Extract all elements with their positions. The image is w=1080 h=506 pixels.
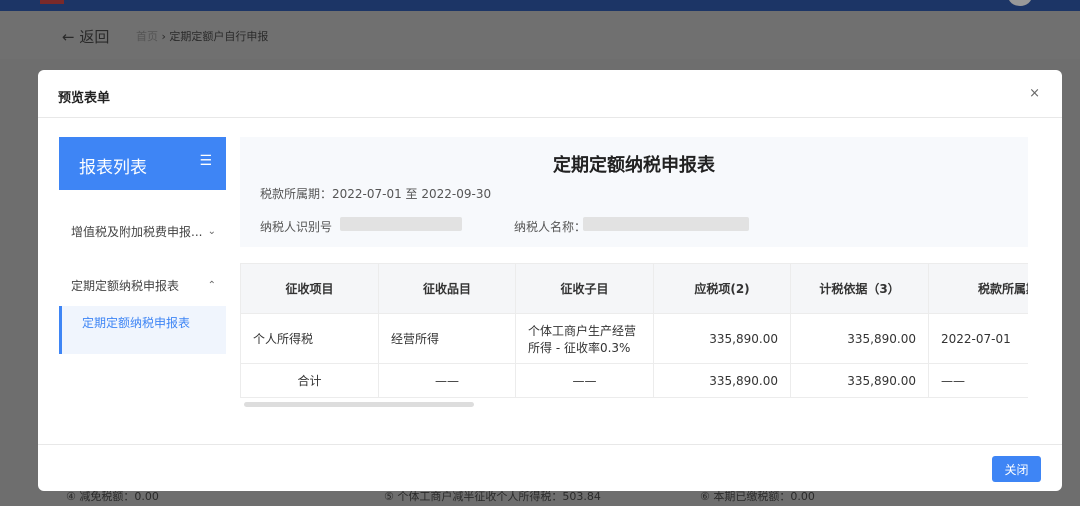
cell: 335,890.00 <box>790 363 929 398</box>
cell: 个体工商户生产经营所得 - 征收率0.3% <box>515 313 654 364</box>
cell: 335,890.00 <box>790 313 929 364</box>
column-header: 征收项目 <box>240 263 379 314</box>
taxpayer-name-label: 纳税人名称： <box>514 220 587 234</box>
column-header: 征收品目 <box>378 263 516 314</box>
report-title: 定期定额纳税申报表 <box>553 155 715 176</box>
cell: 合计 <box>240 363 379 398</box>
cell: 335,890.00 <box>653 363 791 398</box>
modal-footer: 关闭 <box>38 444 1062 491</box>
report-info: 定期定额纳税申报表 税款所属期：2022-07-01 至 2022-09-30 … <box>240 137 1028 247</box>
column-header: 应税项(2) <box>653 263 791 314</box>
menu-icon[interactable]: ☰ <box>199 153 212 169</box>
close-icon[interactable]: × <box>1029 86 1040 101</box>
chevron-down-icon: ⌄ <box>207 226 216 237</box>
breadcrumb: 首页 › 定期定额户自行申报 <box>136 28 268 44</box>
chevron-up-icon: ⌃ <box>207 280 216 291</box>
sidebar-title: 报表列表 <box>79 158 147 178</box>
avatar[interactable] <box>1008 0 1032 6</box>
close-button[interactable]: 关闭 <box>992 456 1041 482</box>
breadcrumb-current: 定期定额户自行申报 <box>169 30 269 43</box>
sidebar-item-fixed-report[interactable]: 定期定额纳税申报表 <box>59 306 226 354</box>
cell: 2022-07-01 <box>928 313 1028 364</box>
cell: 个人所得税 <box>240 313 379 364</box>
report-table: 征收项目 征收品目 征收子目 应税项(2) 计税依据（3） 税款所属期起 个人所… <box>240 263 1028 398</box>
top-bar <box>0 0 1080 11</box>
column-header: 税款所属期起 <box>928 263 1028 314</box>
sidebar-header: 报表列表 ☰ <box>59 137 226 190</box>
breadcrumb-separator: › <box>161 30 166 43</box>
table-row: 个人所得税 经营所得 个体工商户生产经营所得 - 征收率0.3% 335,890… <box>240 313 1028 364</box>
table-header: 征收项目 征收品目 征收子目 应税项(2) 计税依据（3） 税款所属期起 <box>240 263 1028 314</box>
sidebar-group-vat[interactable]: 增值税及附加税费申报... ⌄ <box>59 212 226 252</box>
taxpayer-id-redacted <box>340 217 462 231</box>
modal-title: 预览表单 <box>38 70 1062 118</box>
cell: —— <box>515 363 654 398</box>
cell: 335,890.00 <box>653 313 791 364</box>
cell: —— <box>928 363 1028 398</box>
column-header: 计税依据（3） <box>790 263 929 314</box>
tax-period: 税款所属期：2022-07-01 至 2022-09-30 <box>260 187 492 201</box>
logo <box>40 0 64 4</box>
total-row: 合计 —— —— 335,890.00 335,890.00 —— <box>240 363 1028 398</box>
back-button[interactable]: ← 返回 <box>62 26 109 47</box>
taxpayer-name-redacted <box>583 217 749 231</box>
horizontal-scrollbar[interactable] <box>244 402 474 407</box>
breadcrumb-home[interactable]: 首页 <box>136 30 158 43</box>
report-list-sidebar: 报表列表 ☰ 增值税及附加税费申报... ⌄ 定期定额纳税申报表 ⌃ 定期定额纳税申报… <box>59 137 226 354</box>
taxpayer-id-label: 纳税人识别号 <box>260 220 333 234</box>
report-content: 定期定额纳税申报表 税款所属期：2022-07-01 至 2022-09-30 … <box>240 137 1028 447</box>
sidebar-group-fixed[interactable]: 定期定额纳税申报表 ⌃ <box>59 266 226 306</box>
group-label: 定期定额纳税申报表 <box>71 279 180 293</box>
preview-modal: 预览表单 × 报表列表 ☰ 增值税及附加税费申报... ⌄ 定期定额纳税申报表 ⌃ 定… <box>38 70 1062 491</box>
cell: 经营所得 <box>378 313 516 364</box>
cell: —— <box>378 363 516 398</box>
group-label: 增值税及附加税费申报... <box>71 225 203 239</box>
column-header: 征收子目 <box>515 263 654 314</box>
